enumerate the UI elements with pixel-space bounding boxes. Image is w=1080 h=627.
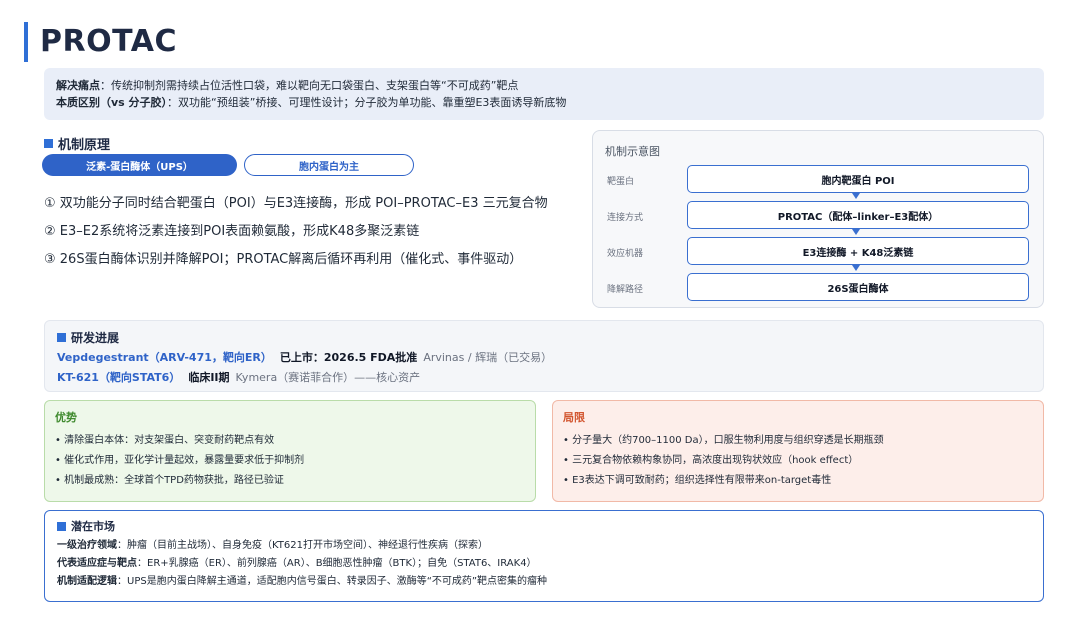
diagram-box-e3: E3连接酶 + K48泛素链	[687, 237, 1029, 265]
progress-heading-text: 研发进展	[71, 331, 120, 345]
drug-partner: Kymera（赛诺菲合作）——核心资产	[235, 371, 421, 384]
progress-heading: 研发进展	[57, 329, 1031, 346]
limitation-item: • 分子量大（约700–1100 Da），口服生物利用度与组织穿透是长期瓶颈	[563, 435, 884, 446]
progress-item: KT-621（靶向STAT6） 临床II期 Kymera（赛诺菲合作）——核心资产	[57, 370, 1031, 386]
pathway-pill-ups[interactable]: 泛素-蛋白酶体（UPS）	[42, 154, 237, 176]
limitations-heading: 局限	[563, 411, 585, 424]
market-line-text: ：UPS是胞内蛋白降解主通道，适配胞内信号蛋白、转录因子、激酶等“不可成药”靶点…	[117, 576, 548, 587]
pain-point-text: ：传统抑制剂需持续占位活性口袋，难以靶向无口袋蛋白、支架蛋白等“不可成药”靶点	[100, 79, 519, 92]
square-bullet-icon	[57, 333, 66, 342]
market-line-text: ：肿瘤（目前主战场）、自身免疫（KT621打开市场空间）、神经退行性疾病（探索）	[117, 540, 488, 551]
mechanism-step-1: ① 双功能分子同时结合靶蛋白（POI）与E3连接酶，形成 POI–PROTAC–…	[44, 196, 548, 211]
market-line-text: ：ER+乳腺癌（ER）、前列腺癌（AR）、B细胞恶性肿瘤（BTK）；自免（STA…	[137, 558, 537, 569]
market-line: 代表适应症与靶点：ER+乳腺癌（ER）、前列腺癌（AR）、B细胞恶性肿瘤（BTK…	[57, 555, 1031, 573]
arrow-down-icon	[852, 229, 860, 235]
drug-partner: Arvinas / 辉瑞（已交易）	[423, 351, 553, 364]
page-title: PROTAC	[40, 24, 177, 59]
diagram-box-poi: 胞内靶蛋白 POI	[687, 165, 1029, 193]
difference-text: ：双功能“预组装”桥接、可理性设计；分子胶为单功能、靠重塑E3表面诱导新底物	[167, 96, 567, 109]
difference-label: 本质区别（vs 分子胶）	[56, 96, 168, 109]
market-line: 机制适配逻辑：UPS是胞内蛋白降解主通道，适配胞内信号蛋白、转录因子、激酶等“不…	[57, 573, 1031, 591]
arrow-down-icon	[852, 193, 860, 199]
market-line-label: 一级治疗领域	[57, 540, 117, 551]
mechanism-diagram: 机制示意图 靶蛋白 胞内靶蛋白 POI 连接方式 PROTAC（配体–linke…	[592, 130, 1044, 308]
difference-line: 本质区别（vs 分子胶）：双功能“预组装”桥接、可理性设计；分子胶为单功能、靠重…	[56, 94, 1032, 111]
diagram-label-degradation: 降解路径	[607, 285, 644, 295]
drug-name: KT-621（靶向STAT6）	[57, 371, 181, 384]
market-line-label: 机制适配逻辑	[57, 576, 117, 587]
mechanism-step-2: ② E3–E2系统将泛素连接到POI表面赖氨酸，形成K48多聚泛素链	[44, 224, 420, 239]
limitations-card: 局限 • 分子量大（约700–1100 Da），口服生物利用度与组织穿透是长期瓶…	[552, 400, 1044, 502]
square-bullet-icon	[44, 139, 53, 148]
market-line: 一级治疗领域：肿瘤（目前主战场）、自身免疫（KT621打开市场空间）、神经退行性…	[57, 537, 1031, 555]
mechanism-heading-text: 机制原理	[58, 138, 111, 153]
diagram-box-proteasome: 26S蛋白酶体	[687, 273, 1029, 301]
advantage-item: • 催化式作用，亚化学计量起效，暴露量要求低于抑制剂	[55, 455, 305, 466]
drug-stage: 已上市：2026.5 FDA批准	[279, 351, 418, 364]
pathway-pill-intracellular[interactable]: 胞内蛋白为主	[244, 154, 414, 176]
mechanism-heading: 机制原理	[44, 134, 110, 153]
advantage-item: • 机制最成熟：全球首个TPD药物获批，路径已验证	[55, 475, 284, 486]
diagram-label-linkage: 连接方式	[607, 213, 644, 223]
diagram-title: 机制示意图	[605, 145, 660, 158]
market-section: 潜在市场 一级治疗领域：肿瘤（目前主战场）、自身免疫（KT621打开市场空间）、…	[44, 510, 1044, 602]
drug-stage: 临床II期	[188, 371, 230, 384]
diagram-box-protac: PROTAC（配体–linker–E3配体）	[687, 201, 1029, 229]
advantage-item: • 清除蛋白本体：对支架蛋白、突变耐药靶点有效	[55, 435, 275, 446]
arrow-down-icon	[852, 265, 860, 271]
problem-summary-box: 解决痛点：传统抑制剂需持续占位活性口袋，难以靶向无口袋蛋白、支架蛋白等“不可成药…	[44, 68, 1044, 120]
diagram-label-effector: 效应机器	[607, 249, 644, 259]
title-accent-bar	[24, 22, 28, 62]
drug-name: Vepdegestrant（ARV-471，靶向ER）	[57, 351, 272, 364]
progress-item: Vepdegestrant（ARV-471，靶向ER） 已上市：2026.5 FD…	[57, 350, 1031, 366]
diagram-label-target: 靶蛋白	[607, 177, 635, 187]
advantages-card: 优势 • 清除蛋白本体：对支架蛋白、突变耐药靶点有效 • 催化式作用，亚化学计量…	[44, 400, 536, 502]
square-bullet-icon	[57, 521, 66, 531]
pain-point-label: 解决痛点	[56, 79, 100, 92]
pain-point-line: 解决痛点：传统抑制剂需持续占位活性口袋，难以靶向无口袋蛋白、支架蛋白等“不可成药…	[56, 77, 1032, 94]
limitation-item: • 三元复合物依赖构象协同，高浓度出现钩状效应（hook effect）	[563, 455, 859, 466]
progress-section: 研发进展 Vepdegestrant（ARV-471，靶向ER） 已上市：2026…	[44, 320, 1044, 392]
market-heading-text: 潜在市场	[71, 520, 115, 533]
market-heading: 潜在市场	[57, 518, 1031, 534]
limitation-item: • E3表达下调可致耐药；组织选择性有限带来on-target毒性	[563, 475, 832, 486]
advantages-heading: 优势	[55, 411, 77, 424]
market-line-label: 代表适应症与靶点	[57, 558, 137, 569]
mechanism-step-3: ③ 26S蛋白酶体识别并降解POI；PROTAC解离后循环再利用（催化式、事件驱…	[44, 252, 523, 267]
